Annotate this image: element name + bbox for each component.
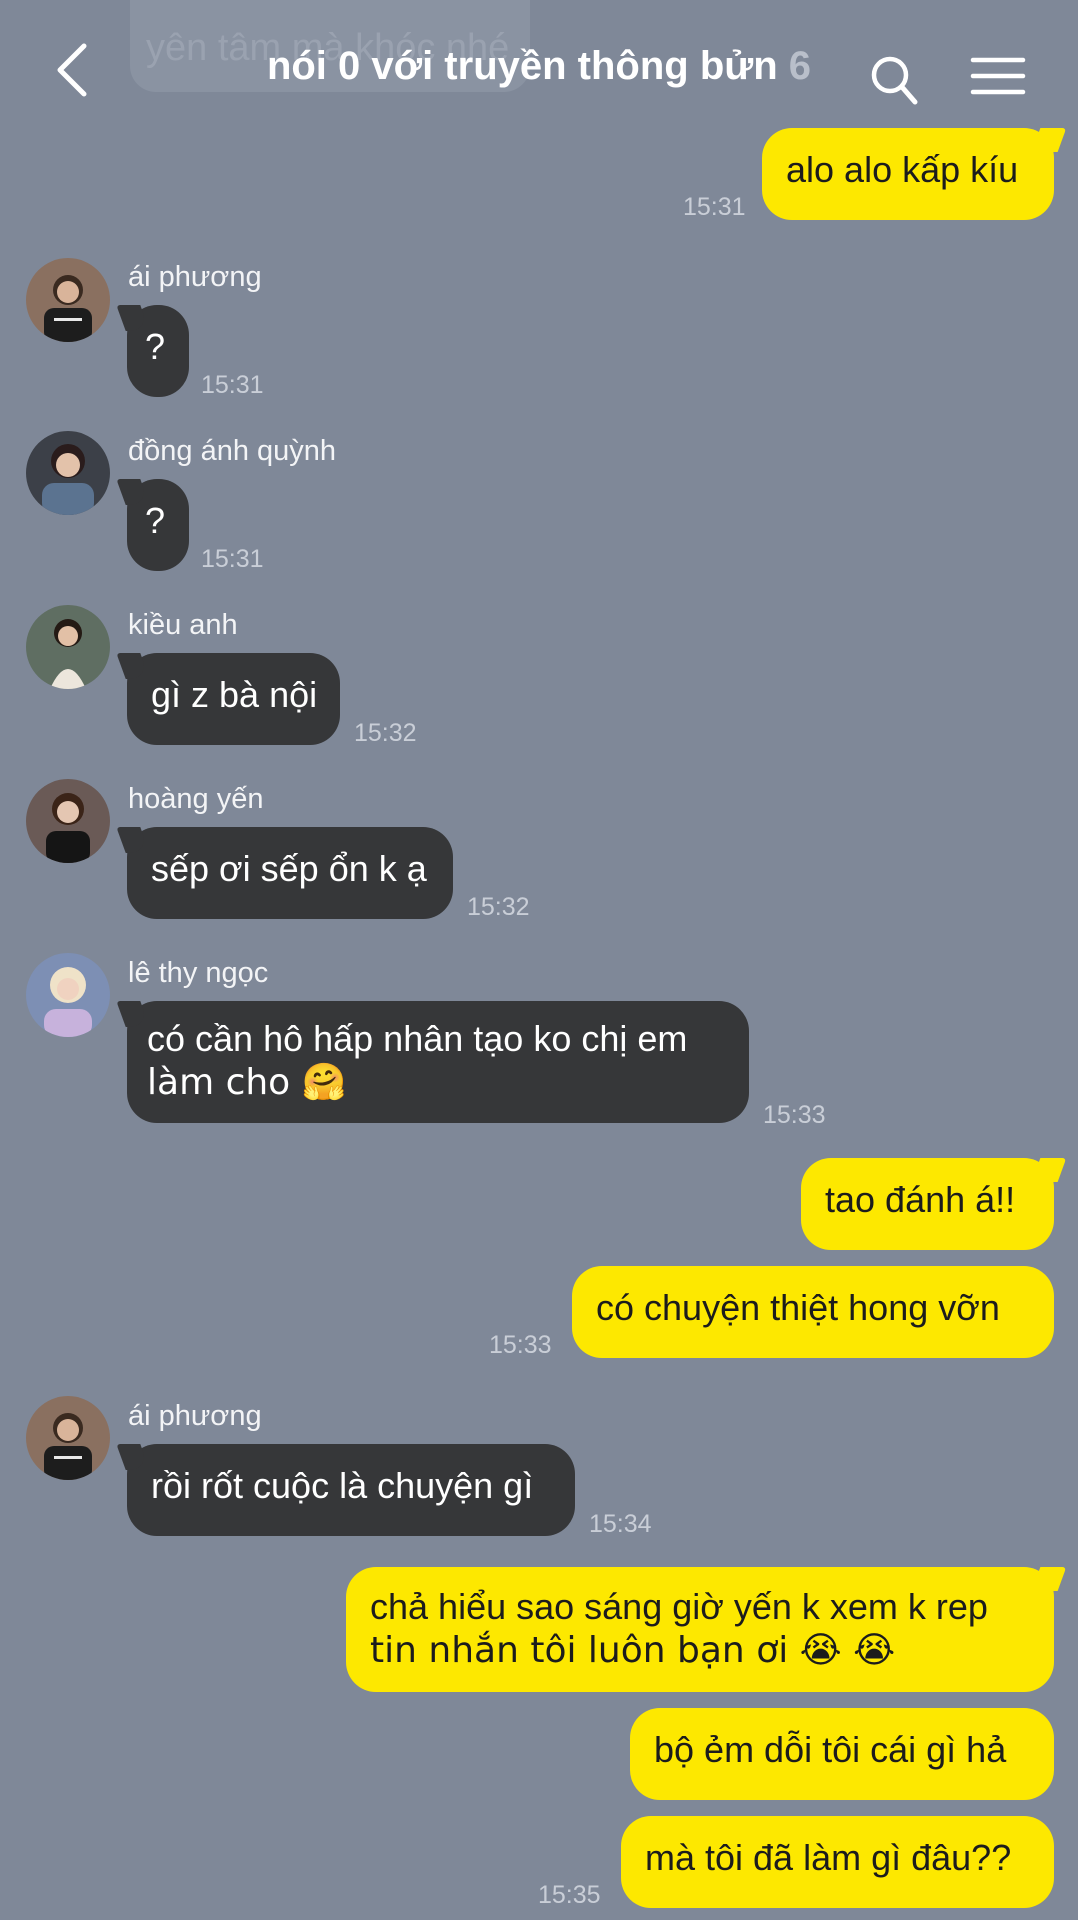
message-timestamp: 15:35 bbox=[538, 1881, 601, 1909]
avatar[interactable] bbox=[26, 779, 110, 863]
sender-name: ái phương bbox=[128, 261, 262, 293]
message-timestamp: 15:33 bbox=[763, 1101, 826, 1129]
outgoing-message-bubble[interactable]: chả hiểu sao sáng giờ yến k xem k rep ti… bbox=[346, 1567, 1054, 1692]
outgoing-message-bubble[interactable]: có chuyện thiệt hong vỡn bbox=[572, 1266, 1054, 1358]
incoming-message-bubble[interactable]: sếp ơi sếp ổn k ạ bbox=[127, 827, 453, 919]
sender-name: đồng ánh quỳnh bbox=[128, 435, 337, 467]
incoming-message-bubble[interactable]: có cần hô hấp nhân tạo ko chị em làm cho… bbox=[127, 1001, 749, 1123]
member-count: 6 bbox=[788, 44, 812, 88]
incoming-message-bubble[interactable]: ? bbox=[127, 305, 189, 397]
outgoing-message-bubble[interactable]: alo alo kấp kíu bbox=[762, 128, 1054, 220]
chat-header: yên tâm mà khóc nhé nói 0 với truyền thô… bbox=[0, 0, 1078, 140]
avatar[interactable] bbox=[26, 605, 110, 689]
message-text-line: tin nhắn tôi luôn bạn ơi 😭 😭 bbox=[370, 1630, 896, 1671]
avatar[interactable] bbox=[26, 431, 110, 515]
message-timestamp: 15:31 bbox=[683, 193, 746, 221]
avatar[interactable] bbox=[26, 258, 110, 342]
outgoing-message-bubble[interactable]: bộ ẻm dỗi tôi cái gì hả bbox=[630, 1708, 1054, 1800]
message-timestamp: 15:31 bbox=[201, 545, 264, 573]
sender-name: lê thy ngọc bbox=[128, 957, 269, 989]
message-timestamp: 15:32 bbox=[354, 719, 417, 747]
search-icon[interactable] bbox=[870, 54, 918, 106]
message-text-line: làm cho 🤗 bbox=[147, 1062, 347, 1103]
sender-name: ái phương bbox=[128, 1400, 262, 1432]
message-timestamp: 15:33 bbox=[489, 1331, 552, 1359]
outgoing-message-bubble[interactable]: tao đánh á!! bbox=[801, 1158, 1054, 1250]
message-text-line: chả hiểu sao sáng giờ yến k xem k rep bbox=[370, 1586, 988, 1627]
message-timestamp: 15:31 bbox=[201, 371, 264, 399]
incoming-message-bubble[interactable]: ? bbox=[127, 479, 189, 571]
hamburger-menu-icon[interactable] bbox=[970, 56, 1026, 96]
message-timestamp: 15:32 bbox=[467, 893, 530, 921]
message-text-line: có cần hô hấp nhân tạo ko chị em bbox=[147, 1018, 688, 1059]
sender-name: hoàng yến bbox=[128, 783, 264, 815]
sender-name: kiều anh bbox=[128, 609, 238, 641]
incoming-message-bubble[interactable]: rồi rốt cuộc là chuyện gì bbox=[127, 1444, 575, 1536]
message-timestamp: 15:34 bbox=[589, 1510, 652, 1538]
group-name: nói 0 với truyền thông bửn bbox=[266, 44, 778, 88]
avatar[interactable] bbox=[26, 1396, 110, 1480]
incoming-message-bubble[interactable]: gì z bà nội bbox=[127, 653, 340, 745]
outgoing-message-bubble[interactable]: mà tôi đã làm gì đâu?? bbox=[621, 1816, 1054, 1908]
avatar[interactable] bbox=[26, 953, 110, 1037]
